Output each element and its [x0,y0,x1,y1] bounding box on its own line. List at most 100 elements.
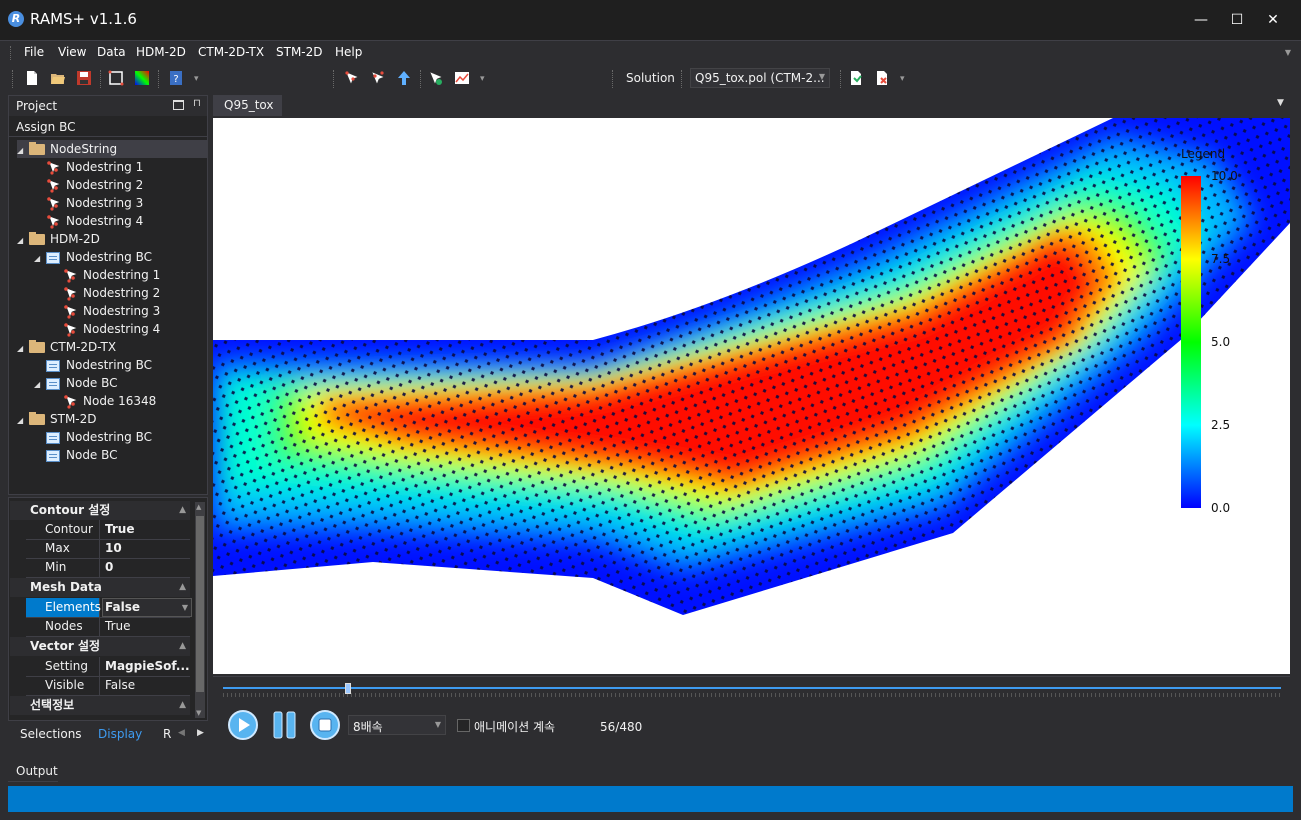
prop-value[interactable]: 10 [105,539,122,558]
prop-min[interactable]: Min 0 [26,558,190,578]
save-icon[interactable] [76,70,92,86]
pause-icon[interactable] [271,709,299,741]
category-mesh-data[interactable]: Mesh Data ▲ [10,578,190,597]
tree-item[interactable]: ◢ Nodestring BC [34,248,152,266]
help-book-icon[interactable]: ? [168,70,184,86]
node-select-icon[interactable] [428,70,444,86]
prop-value[interactable]: MagpieSof... [105,657,190,676]
toolbar-overflow-icon[interactable]: ▾ [480,74,485,84]
category-contour[interactable]: Contour 설정 ▲ [10,501,190,520]
expand-arrow-icon[interactable]: ◢ [17,412,29,430]
expand-arrow-icon[interactable]: ◢ [34,250,46,268]
remove-solution-icon[interactable] [874,70,890,86]
tree-item[interactable]: Nodestring BC [34,356,152,374]
mesh-frame-icon[interactable] [108,70,124,86]
menu-stm2d[interactable]: STM-2D [276,45,323,59]
tree-item[interactable]: ◢ STM-2D [17,410,97,428]
prop-setting[interactable]: Setting MagpieSof... [26,657,190,677]
new-file-icon[interactable] [24,70,40,86]
nodestring-edit-icon[interactable] [370,70,386,86]
scroll-down-icon[interactable]: ▼ [196,709,201,717]
pin-icon[interactable]: ⊓ [193,98,201,109]
tab-q95-tox[interactable]: Q95_tox [213,95,282,116]
scroll-thumb[interactable] [196,516,204,692]
maximize-button[interactable]: ☐ [1224,10,1250,30]
tree-item[interactable]: Node BC [34,446,118,464]
tree-item[interactable]: Nodestring 2 [34,176,143,194]
tree-item[interactable]: ◢ NodeString [17,140,207,158]
document-list-icon[interactable]: ▼ [1277,98,1284,108]
load-solution-icon[interactable] [848,70,864,86]
tab-scroll-right-icon[interactable]: ▶ [197,728,204,738]
tree-item[interactable]: ◢ Node BC [34,374,118,392]
menu-overflow-icon[interactable]: ▼ [1285,48,1291,57]
contour-color-icon[interactable] [134,70,150,86]
prop-max[interactable]: Max 10 [26,539,190,559]
tree-item[interactable]: Nodestring BC [34,428,152,446]
prop-visible[interactable]: Visible False [26,676,190,696]
output-label[interactable]: Output [16,764,58,778]
prop-value[interactable]: False [105,676,135,695]
timeline-track[interactable] [223,687,1281,689]
tree-item[interactable]: Nodestring 1 [51,266,160,284]
category-label: Mesh Data [30,580,102,594]
tree-item[interactable]: Node 16348 [51,392,156,410]
nodestring-icon [64,304,78,319]
window-bottom-edge [0,812,1301,820]
menu-data[interactable]: Data [97,45,126,59]
menu-help[interactable]: Help [335,45,362,59]
prop-nodes[interactable]: Nodes True [26,617,190,637]
prop-elements[interactable]: Elements False ▼ [26,598,192,618]
category-vector[interactable]: Vector 설정 ▲ [10,637,190,656]
prop-contour[interactable]: Contour True [26,520,190,540]
tab-display[interactable]: Display [98,727,142,741]
play-icon[interactable] [227,709,259,741]
scroll-up-icon[interactable]: ▲ [196,503,201,511]
contour-plot[interactable]: Legend 10.0 7.5 5.0 2.5 0.0 [213,118,1290,674]
tree-item[interactable]: Nodestring 4 [34,212,143,230]
tab-scroll-left-icon[interactable]: ◀ [178,728,185,738]
tree-item[interactable]: ◢ CTM-2D-TX [17,338,116,356]
prop-value[interactable]: 0 [105,558,113,577]
category-selection-info[interactable]: 선택정보 ▲ [10,696,190,715]
menu-ctm2dtx[interactable]: CTM-2D-TX [198,45,264,59]
tab-r[interactable]: R [163,727,171,741]
chart-line-icon[interactable] [454,70,470,86]
expand-arrow-icon[interactable]: ◢ [17,340,29,358]
tree-item[interactable]: Nodestring 3 [51,302,160,320]
panel-float-icon[interactable] [173,100,184,110]
speed-dropdown[interactable]: 8배속 ▼ [348,715,446,735]
toolbar-overflow-icon[interactable]: ▾ [900,74,905,84]
collapse-icon[interactable]: ▲ [179,637,186,656]
solution-dropdown[interactable]: Q95_tox.pol (CTM-2... ▼ [690,68,830,88]
continue-animation-checkbox[interactable] [457,719,470,732]
open-folder-icon[interactable] [50,70,66,86]
stop-icon[interactable] [309,709,341,741]
select-arrow-icon[interactable] [396,70,412,86]
prop-value[interactable]: True [105,617,131,636]
menu-view[interactable]: View [58,45,86,59]
tree-item[interactable]: Nodestring 1 [34,158,143,176]
close-button[interactable]: ✕ [1260,10,1286,30]
property-scrollbar[interactable]: ▲ ▼ [195,502,205,718]
collapse-icon[interactable]: ▲ [179,578,186,597]
tree-item[interactable]: Nodestring 4 [51,320,160,338]
expand-arrow-icon[interactable]: ◢ [17,232,29,250]
tree-item[interactable]: Nodestring 3 [34,194,143,212]
menu-file[interactable]: File [24,45,44,59]
prop-value-dropdown[interactable]: False ▼ [102,598,192,617]
tab-selections[interactable]: Selections [20,727,82,741]
map-viewport[interactable]: Legend 10.0 7.5 5.0 2.5 0.0 [213,118,1290,674]
toolbar-overflow-icon[interactable]: ▾ [194,74,199,84]
nodestring-add-icon[interactable] [344,70,360,86]
tree-item[interactable]: ◢ HDM-2D [17,230,100,248]
collapse-icon[interactable]: ▲ [179,501,186,520]
expand-arrow-icon[interactable]: ◢ [17,142,29,160]
timeline-slider-thumb[interactable] [344,683,351,694]
prop-value[interactable]: True [105,520,134,539]
expand-arrow-icon[interactable]: ◢ [34,376,46,394]
tree-item[interactable]: Nodestring 2 [51,284,160,302]
collapse-icon[interactable]: ▲ [179,696,186,715]
menu-hdm2d[interactable]: HDM-2D [136,45,186,59]
minimize-button[interactable]: — [1188,10,1214,30]
